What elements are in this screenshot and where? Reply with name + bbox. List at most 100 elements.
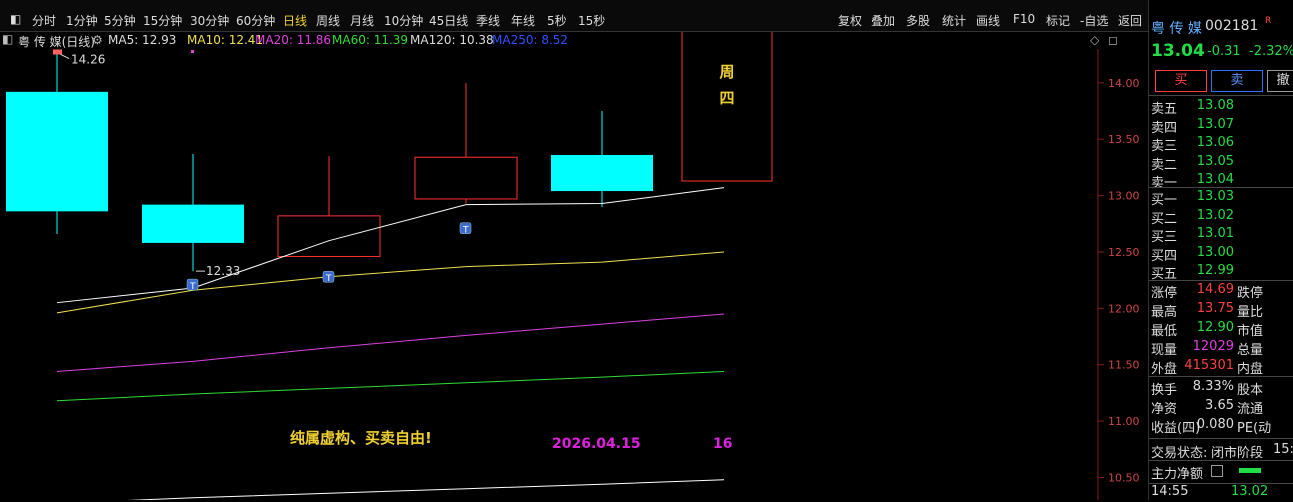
- stat-row-3-label2: 总量: [1237, 343, 1264, 358]
- disclaimer-text: 纯属虚构、买卖自由!: [290, 429, 432, 447]
- info-box-day2: 四: [719, 89, 734, 107]
- sell-level-2-value: 13.06: [1196, 135, 1234, 150]
- sell-level-4-value: 13.04: [1196, 172, 1234, 187]
- net-flow-label: 主力净额: [1151, 467, 1204, 482]
- chart-info-bar: ◧ 粤 传 媒(日线) ⚙ MA5: 12.93 MA10: 12.41 MA20:…: [0, 31, 1148, 49]
- stat-row-4-label: 外盘: [1151, 362, 1178, 377]
- period-tab-6[interactable]: 日线: [283, 12, 307, 29]
- sell-level-3: 卖二 13.05: [1149, 154, 1293, 173]
- sell-level-2-label: 卖三: [1151, 139, 1178, 154]
- period-tab-14[interactable]: 15秒: [578, 12, 605, 29]
- buy-level-3-label: 买四: [1151, 248, 1178, 264]
- stat-row-2-label: 最低: [1151, 324, 1178, 339]
- period-tab-0[interactable]: 分时: [32, 12, 56, 29]
- period-tab-1[interactable]: 1分钟: [66, 12, 98, 29]
- stat2-row-1: 净资 3.65 流通: [1149, 398, 1293, 417]
- stat-row-4: 外盘 415301 内盘: [1149, 358, 1293, 377]
- buy-button[interactable]: 买: [1155, 70, 1207, 92]
- stat-row-2: 最低 12.90 市值: [1149, 320, 1293, 339]
- period-tab-4[interactable]: 30分钟: [190, 12, 229, 29]
- trade-status-label: 交易状态:: [1151, 446, 1208, 461]
- ma-line-ma20: [56, 313, 725, 372]
- settings-gear-icon[interactable]: ⚙: [92, 33, 103, 47]
- toolbar-button-3[interactable]: 统计: [942, 12, 966, 29]
- toolbar-button-0[interactable]: 复权: [838, 12, 862, 29]
- stat2-row-2: 收益(四) 0.080 PE(动: [1149, 417, 1293, 436]
- toolbar-toggle-icon[interactable]: ◧: [10, 12, 21, 26]
- toolbar-button-2[interactable]: 多股: [906, 12, 930, 29]
- sell-button[interactable]: 卖: [1211, 70, 1263, 92]
- buy-level-1: 买二 13.02: [1149, 208, 1293, 227]
- y-tick-label-2: 13.00: [1108, 190, 1140, 203]
- tick-time: 14:55: [1151, 484, 1189, 499]
- sub-chart-icon[interactable]: ◻: [1108, 33, 1118, 47]
- period-toolbar: 分时 1分钟 5分钟 15分钟 30分钟 60分钟 日线 周线 月线 10分钟 45日线 季线 年线 5秒…: [0, 0, 1148, 32]
- kline-chart[interactable]: 14.00 13.50 13.00 12.50 12.00 11.50 11.00 10.50…: [0, 0, 1148, 500]
- magenta-dot: [191, 50, 194, 53]
- net-flow-icon[interactable]: [1211, 465, 1223, 477]
- y-tick-label-1: 13.50: [1108, 133, 1140, 146]
- stock-code: 002181: [1205, 18, 1259, 34]
- stat-row-1-value: 13.75: [1196, 301, 1234, 316]
- y-tick-label-0: 14.00: [1108, 77, 1140, 90]
- buy-level-0-value: 13.03: [1196, 189, 1234, 204]
- period-tab-2[interactable]: 5分钟: [104, 12, 136, 29]
- high-marker-label: 14.26: [71, 53, 105, 67]
- candle-body-0: [6, 91, 108, 212]
- period-tab-10[interactable]: 45日线: [429, 12, 468, 29]
- period-tab-8[interactable]: 月线: [350, 12, 374, 29]
- buy-level-0-label: 买一: [1151, 193, 1178, 208]
- sell-level-0: 卖五 13.08: [1149, 98, 1293, 117]
- ma-legend-2: MA20: 11.86: [255, 33, 332, 47]
- t-marker-label-2: T: [462, 226, 469, 236]
- sell-level-1: 卖四 13.07: [1149, 116, 1293, 136]
- sell-level-0-value: 13.08: [1196, 98, 1234, 113]
- candle-body-1: [142, 204, 244, 243]
- y-tick-label-3: 12.50: [1108, 246, 1140, 259]
- stock-tag: R: [1265, 16, 1272, 26]
- sell-level-3-label: 卖二: [1151, 157, 1178, 173]
- panel-toggle-icon[interactable]: ◧: [2, 32, 13, 46]
- buy-level-2: 买三 13.01: [1149, 226, 1293, 245]
- period-tab-3[interactable]: 15分钟: [143, 12, 182, 29]
- y-tick-label-7: 10.50: [1108, 471, 1140, 484]
- ma-legend-5: MA250: 8.52: [492, 33, 569, 47]
- sell-level-1-label: 卖四: [1151, 120, 1178, 136]
- sell-level-1-value: 13.07: [1196, 116, 1234, 132]
- day-number-label: 16: [713, 436, 732, 452]
- stat-row-1-label2: 量比: [1237, 305, 1264, 320]
- ma-line-ma250: [126, 479, 725, 500]
- diamond-icon[interactable]: ◇: [1090, 33, 1099, 47]
- toolbar-button-5[interactable]: F10: [1013, 12, 1035, 26]
- stat2-row-0: 换手 8.33% 股本: [1149, 379, 1293, 398]
- period-tab-7[interactable]: 周线: [316, 12, 340, 29]
- period-tab-11[interactable]: 季线: [476, 12, 500, 29]
- high-marker-flag: [53, 49, 62, 55]
- ma-legend-0: MA5: 12.93: [108, 33, 177, 47]
- tick-price: 13.02: [1231, 484, 1269, 499]
- net-flow-bar: [1239, 468, 1261, 473]
- cancel-order-button[interactable]: 撤: [1267, 70, 1293, 92]
- stat-row-0-label2: 跌停: [1237, 286, 1264, 301]
- toolbar-button-6[interactable]: 标记: [1046, 12, 1070, 29]
- period-tab-13[interactable]: 5秒: [547, 12, 567, 29]
- toolbar-button-8[interactable]: 返回: [1118, 12, 1142, 29]
- stat2-row-2-label2: PE(动: [1237, 421, 1272, 436]
- stat-row-2-value: 12.90: [1196, 320, 1234, 335]
- price-pct: -2.32%: [1249, 44, 1293, 59]
- y-tick-label-6: 11.00: [1108, 415, 1140, 428]
- y-tick-label-5: 11.50: [1108, 359, 1140, 372]
- price-change: -0.31: [1207, 44, 1241, 59]
- period-tab-12[interactable]: 年线: [511, 12, 535, 29]
- period-tab-5[interactable]: 60分钟: [236, 12, 275, 29]
- toolbar-button-7[interactable]: -自选: [1080, 12, 1108, 29]
- y-tick-label-4: 12.00: [1108, 302, 1140, 315]
- stock-name: 粤 传 媒: [1151, 21, 1202, 37]
- toolbar-button-1[interactable]: 叠加: [871, 12, 895, 29]
- ma-line-ma10: [56, 251, 725, 314]
- stat-row-4-label2: 内盘: [1237, 362, 1264, 377]
- period-tab-9[interactable]: 10分钟: [384, 12, 423, 29]
- stat-row-1: 最高 13.75 量比: [1149, 301, 1293, 320]
- toolbar-button-4[interactable]: 画线: [976, 12, 1000, 29]
- ma-legend-4: MA120: 10.38: [410, 33, 494, 47]
